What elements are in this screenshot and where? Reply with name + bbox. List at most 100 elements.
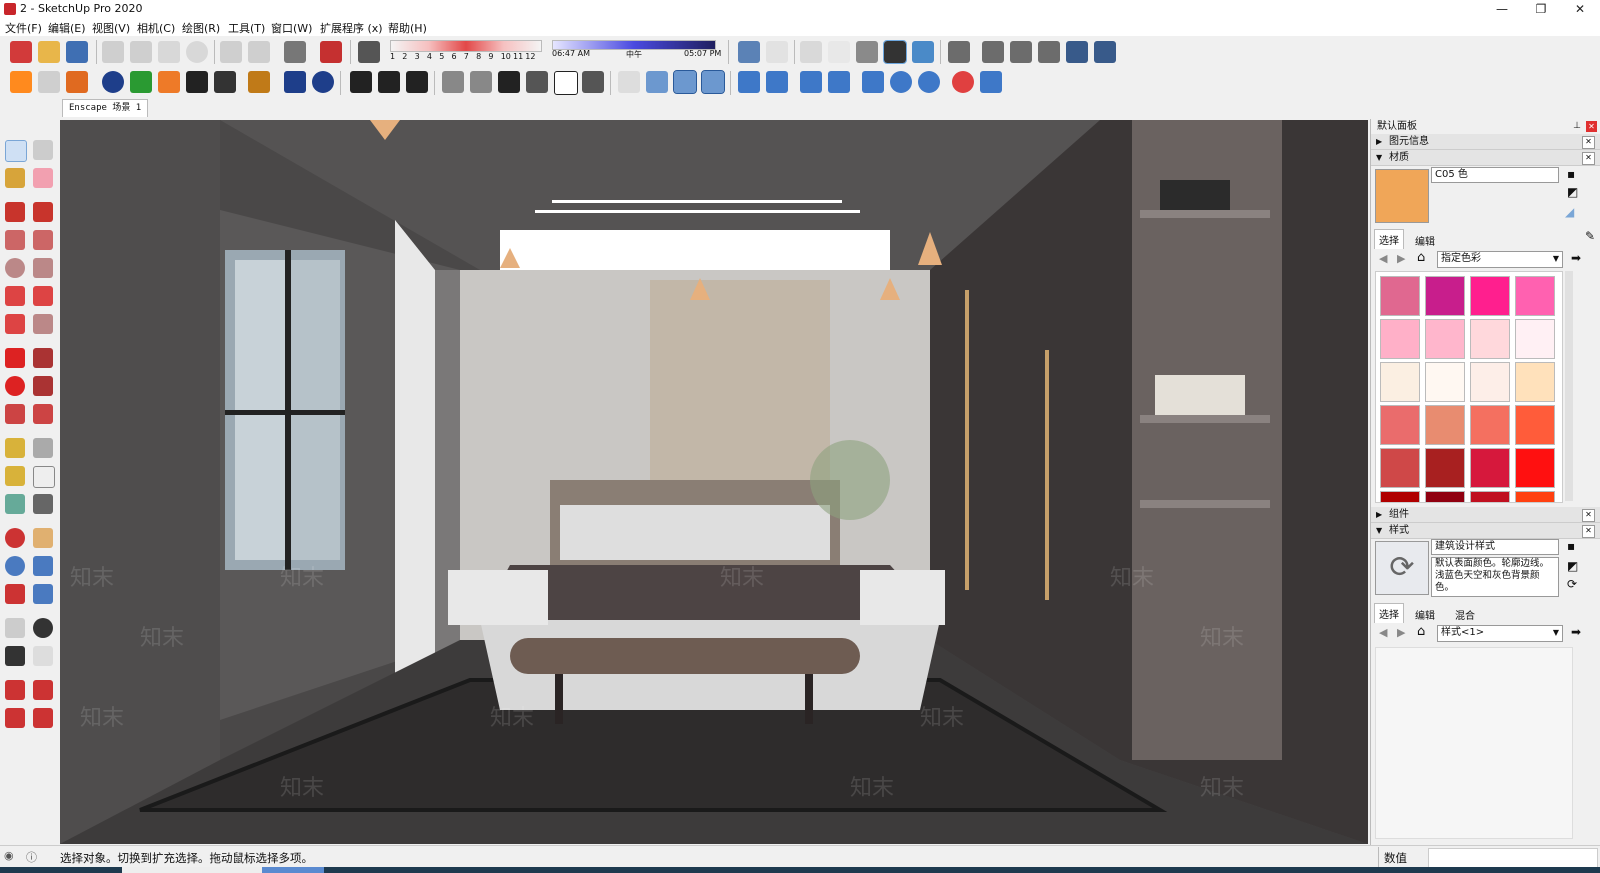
styles-tab-edit[interactable]: 编辑 (1411, 605, 1439, 624)
pin-icon[interactable]: ⊥ (1573, 119, 1581, 134)
rotate-icon[interactable] (5, 376, 25, 396)
dimension-icon[interactable] (33, 438, 53, 458)
hex-cube-icon[interactable] (980, 71, 1002, 93)
back-arrow-icon[interactable]: ◀ (1379, 626, 1387, 639)
house-a-icon[interactable] (442, 71, 464, 93)
details-arrow-icon[interactable]: ➡ (1571, 251, 1581, 265)
scene-tab[interactable]: Enscape 场景 1 (62, 99, 149, 117)
undo-icon[interactable] (220, 41, 242, 63)
extension-warehouse-icon[interactable] (5, 708, 25, 728)
material-swatch[interactable] (1470, 491, 1510, 502)
checker-icon[interactable] (186, 71, 208, 93)
zoom-icon[interactable] (5, 556, 25, 576)
polygon-icon[interactable] (33, 258, 53, 278)
monochrome-icon[interactable] (912, 41, 934, 63)
material-swatch[interactable] (1380, 319, 1420, 359)
material-swatch[interactable] (1515, 276, 1555, 316)
material-swatch[interactable] (1515, 491, 1555, 502)
shadow-month-slider[interactable] (390, 40, 542, 52)
style-name-field[interactable]: 建筑设计样式 (1431, 539, 1559, 555)
house-b-icon[interactable] (470, 71, 492, 93)
shaded-with-textures-icon[interactable] (883, 40, 907, 64)
close-icon[interactable]: ✕ (1582, 136, 1595, 149)
maximize-button[interactable]: ❐ (1521, 0, 1561, 18)
info-icon[interactable] (312, 71, 334, 93)
materials-header[interactable]: ▼ 材质 ✕ (1371, 150, 1600, 166)
close-button[interactable]: ✕ (1560, 0, 1600, 18)
close-icon[interactable]: ✕ (1582, 525, 1595, 538)
display-section-planes-icon[interactable] (766, 41, 788, 63)
share-model-icon[interactable] (33, 680, 53, 700)
cloud-down-icon[interactable] (828, 71, 850, 93)
cut-icon[interactable] (102, 41, 124, 63)
redo-icon[interactable] (248, 41, 270, 63)
cloud-upload-icon[interactable] (214, 71, 236, 93)
material-swatch[interactable] (1515, 405, 1555, 445)
scale-icon[interactable] (5, 404, 25, 424)
rotated-rectangle-icon[interactable] (33, 230, 53, 250)
iso-view-icon[interactable] (948, 41, 970, 63)
home-icon[interactable] (498, 71, 520, 93)
styles-tab-select[interactable]: 选择 (1374, 603, 1404, 623)
freehand-icon[interactable] (33, 202, 53, 222)
pan-icon[interactable] (33, 528, 53, 548)
material-swatch[interactable] (1425, 319, 1465, 359)
save-icon[interactable] (66, 41, 88, 63)
two-point-arc-icon[interactable] (33, 286, 53, 306)
styles-header[interactable]: ▼ 样式 ✕ (1371, 523, 1600, 539)
plugin-b-icon[interactable] (378, 71, 400, 93)
offset-icon[interactable] (33, 404, 53, 424)
menu-camera[interactable]: 相机(C) (137, 20, 175, 36)
material-preview-swatch[interactable] (1375, 169, 1429, 223)
model-info-icon[interactable] (320, 41, 342, 63)
close-icon[interactable]: ✕ (1582, 509, 1595, 522)
cloud-link-icon[interactable] (738, 71, 760, 93)
home-collection-icon[interactable]: ⌂ (1417, 624, 1425, 639)
move-icon[interactable] (5, 348, 25, 368)
menu-extensions[interactable]: 扩展程序 (x) (320, 20, 383, 36)
ruby-icon[interactable] (33, 708, 53, 728)
material-swatch[interactable] (1515, 448, 1555, 488)
house-c-icon[interactable] (526, 71, 548, 93)
taskbar-app-entry[interactable] (262, 867, 324, 873)
minimize-button[interactable]: — (1482, 0, 1522, 18)
material-swatch[interactable] (1425, 491, 1465, 502)
forward-arrow-icon[interactable]: ▶ (1397, 626, 1405, 639)
follow-me-icon[interactable] (33, 376, 53, 396)
house-d-icon[interactable] (554, 71, 578, 95)
layout-icon[interactable] (158, 71, 180, 93)
instructor-icon[interactable]: ⓘ (26, 849, 37, 865)
style-description-field[interactable]: 默认表面颜色。轮廓边线。浅蓝色天空和灰色背景颜色。 (1431, 557, 1559, 597)
menu-view[interactable]: 视图(V) (92, 20, 130, 36)
previous-view-icon[interactable] (33, 584, 53, 604)
rectangle-icon[interactable] (5, 230, 25, 250)
collection-dropdown[interactable]: 指定色彩 ▼ (1437, 251, 1563, 268)
material-swatch[interactable] (1425, 362, 1465, 402)
right-view-icon[interactable] (1038, 41, 1060, 63)
menu-tools[interactable]: 工具(T) (228, 20, 265, 36)
back-arrow-icon[interactable]: ◀ (1379, 252, 1387, 265)
warehouse-tool-icon[interactable] (5, 680, 25, 700)
components-header[interactable]: ▶ 组件 ✕ (1371, 507, 1600, 523)
details-arrow-icon[interactable]: ➡ (1571, 625, 1581, 639)
walk-icon[interactable] (5, 646, 25, 666)
left-view-icon[interactable] (1094, 41, 1116, 63)
mail-icon[interactable] (284, 71, 306, 93)
eraser-icon[interactable] (33, 168, 53, 188)
section-plane-tool-icon[interactable] (33, 646, 53, 666)
erase-selection-icon[interactable] (186, 41, 208, 63)
material-swatch[interactable] (1515, 362, 1555, 402)
look-around-icon[interactable] (33, 618, 53, 638)
material-swatch[interactable] (1470, 405, 1510, 445)
paint-bucket-icon[interactable] (5, 168, 25, 188)
wireframe-icon[interactable] (828, 41, 850, 63)
styles-tab-mix[interactable]: 混合 (1451, 605, 1479, 624)
material-swatch[interactable] (1470, 362, 1510, 402)
top-view-icon[interactable] (982, 41, 1004, 63)
copy-icon[interactable] (130, 41, 152, 63)
menu-help[interactable]: 帮助(H) (388, 20, 427, 36)
line-tool-icon[interactable] (5, 202, 25, 222)
xray-icon[interactable] (800, 41, 822, 63)
material-swatch[interactable] (1425, 276, 1465, 316)
materials-tab-select[interactable]: 选择 (1374, 229, 1404, 249)
